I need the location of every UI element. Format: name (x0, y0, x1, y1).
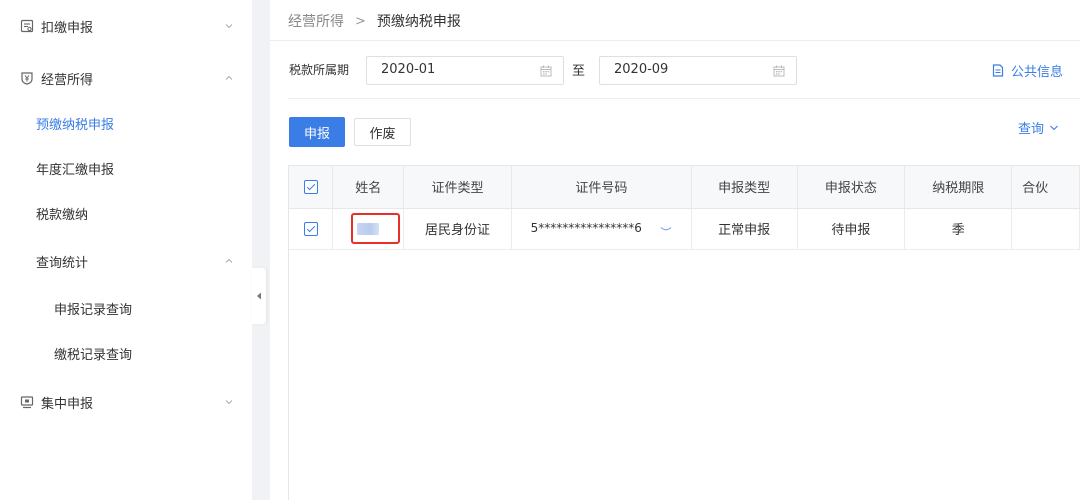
id-type-cell: 居民身份证 (403, 208, 512, 250)
document-icon (992, 64, 1004, 77)
sidebar-item-prepay-declare[interactable]: 预缴纳税申报 (0, 101, 252, 145)
sidebar-item-label: 申报记录查询 (54, 302, 133, 318)
divider (288, 98, 1080, 99)
select-all-cell[interactable] (289, 166, 334, 209)
tax-period-cell: 季 (904, 208, 1013, 250)
sidebar-item-label: 预缴纳税申报 (36, 117, 115, 133)
sidebar-item-label: 扣缴申报 (41, 20, 94, 36)
sidebar-item-payment-records[interactable]: 缴税记录查询 (0, 331, 252, 375)
chevron-down-icon (225, 400, 233, 405)
calendar-icon (773, 65, 785, 77)
id-number-value: 5****************6 (530, 221, 642, 235)
select-all-checkbox[interactable] (303, 179, 318, 194)
range-to-label: 至 (572, 64, 586, 79)
chevron-up-icon (225, 75, 233, 80)
breadcrumb-parent[interactable]: 经营所得 (288, 11, 344, 31)
sidebar-item-declare-records[interactable]: 申报记录查询 (0, 286, 252, 330)
partnership-cell (1011, 208, 1080, 250)
declare-button[interactable]: 申报 (289, 117, 345, 147)
sidebar-item-withholding[interactable]: 扣缴申报 (0, 4, 252, 48)
sidebar-item-label: 查询统计 (36, 255, 89, 271)
sidebar: 扣缴申报 经营所得 预缴纳税申报 年度汇缴申报 税款缴纳 查询统计 申报记录查询… (0, 0, 252, 500)
name-cell[interactable] (332, 208, 405, 250)
sidebar-item-label: 年度汇缴申报 (36, 162, 115, 178)
calendar-icon (540, 65, 552, 77)
period-end-input[interactable]: 2020-09 (599, 56, 797, 85)
table-header-row: 姓名 证件类型 证件号码 申报类型 申报状态 纳税期限 合伙 (289, 166, 1080, 209)
query-label: 查询 (1018, 122, 1045, 137)
divider (270, 40, 1080, 41)
caret-left-icon (257, 292, 261, 300)
report-icon (20, 19, 34, 33)
sidebar-item-query-stats[interactable]: 查询统计 (0, 239, 252, 283)
column-header-partnership: 合伙 (1011, 166, 1080, 209)
declare-status-cell: 待申报 (797, 208, 906, 250)
table-row[interactable]: 居民身份证 5****************6 正常申报 待申报 季 (289, 208, 1080, 250)
sidebar-item-label: 税款缴纳 (36, 207, 89, 223)
redacted-name (357, 222, 380, 235)
declare-type-cell: 正常申报 (691, 208, 798, 250)
sidebar-item-annual-declare[interactable]: 年度汇缴申报 (0, 146, 252, 190)
sidebar-item-business-income[interactable]: 经营所得 (0, 56, 252, 100)
tax-period-label: 税款所属期 (289, 63, 350, 77)
sidebar-item-label: 集中申报 (41, 396, 94, 412)
column-header-declare-status: 申报状态 (797, 166, 906, 209)
period-end-value: 2020-09 (614, 62, 669, 77)
column-header-declare-type: 申报类型 (691, 166, 798, 209)
column-header-id-number: 证件号码 (511, 166, 692, 209)
chevron-down-icon (1050, 125, 1058, 130)
sidebar-item-label: 经营所得 (41, 72, 94, 88)
query-toggle[interactable]: 查询 (1018, 118, 1059, 137)
eye-closed-icon[interactable] (660, 226, 672, 232)
breadcrumb-current: 预缴纳税申报 (376, 14, 461, 30)
monitor-icon (20, 396, 34, 409)
chevron-up-icon (225, 258, 233, 263)
row-checkbox[interactable] (303, 221, 318, 236)
void-button[interactable]: 作废 (354, 118, 411, 146)
public-info-link[interactable]: 公共信息 (992, 61, 1063, 80)
declare-table: 姓名 证件类型 证件号码 申报类型 申报状态 纳税期限 合伙 居民身份证 5**… (288, 165, 1080, 500)
breadcrumb-separator: > (355, 13, 366, 29)
sidebar-item-batch-declare[interactable]: 集中申报 (0, 380, 252, 424)
yuan-shield-icon (21, 72, 33, 85)
column-header-name: 姓名 (332, 166, 405, 209)
sidebar-item-label: 缴税记录查询 (54, 347, 133, 363)
public-info-label: 公共信息 (1011, 65, 1064, 80)
chevron-down-icon (225, 24, 233, 29)
column-header-id-type: 证件类型 (403, 166, 512, 209)
column-header-tax-period: 纳税期限 (904, 166, 1013, 209)
period-start-input[interactable]: 2020-01 (366, 56, 564, 85)
period-start-value: 2020-01 (381, 62, 436, 77)
row-select-cell[interactable] (289, 208, 334, 250)
breadcrumb: 经营所得 > 预缴纳税申报 (288, 10, 461, 32)
sidebar-collapse-handle[interactable] (252, 268, 266, 324)
sidebar-item-tax-payment[interactable]: 税款缴纳 (0, 191, 252, 235)
main-panel: 经营所得 > 预缴纳税申报 税款所属期 2020-01 至 2020-09 公共… (270, 0, 1080, 500)
id-number-cell: 5****************6 (511, 208, 692, 250)
